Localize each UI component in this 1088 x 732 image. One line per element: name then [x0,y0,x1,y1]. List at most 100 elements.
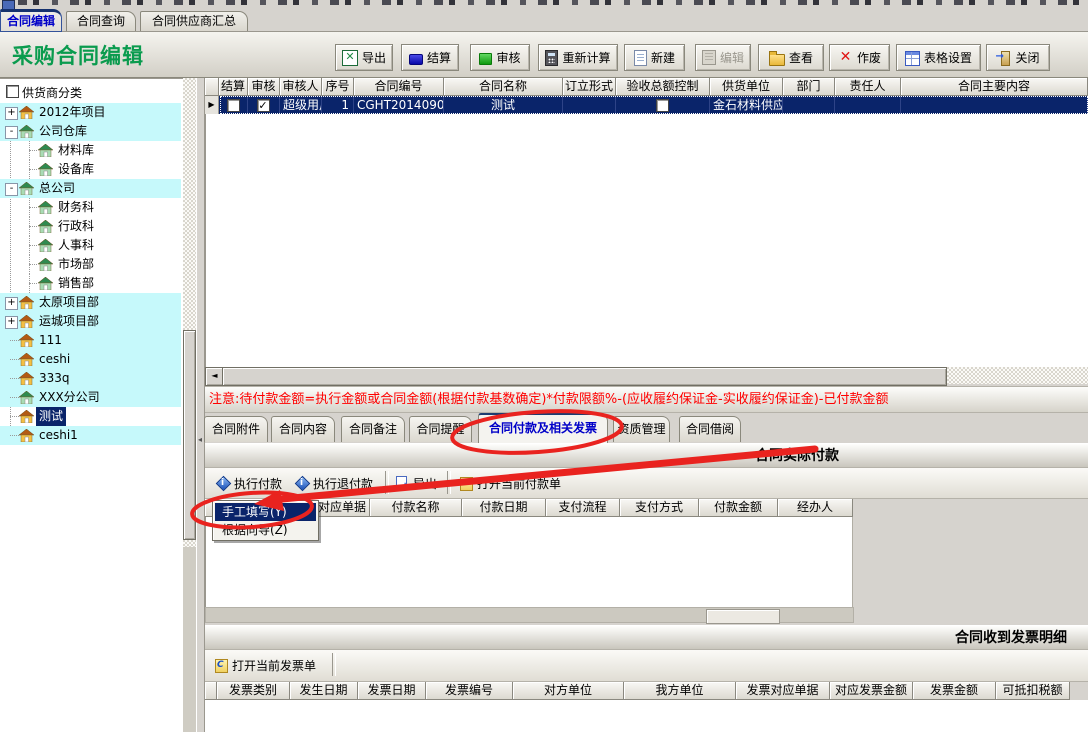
payment-col-付款金额[interactable]: 付款金额 [699,499,778,517]
invoice-col-对方单位[interactable]: 对方单位 [513,682,624,700]
contract-grid-selected-row[interactable]: ▶超级用户1CGHT2014090201测试金石材料供应公司 [205,96,1088,114]
tree-item-2[interactable]: 材料库 [0,141,181,160]
toolbar-button-table-settings[interactable]: 表格设置 [896,44,981,71]
payment-button-export-pages[interactable]: 导出 [392,471,440,495]
invoice-col-我方单位[interactable]: 我方单位 [624,682,736,700]
invoice-col-ind0[interactable] [205,682,217,700]
tree-scrollbar-thumb[interactable] [183,330,196,540]
menu-bar-cropped [0,0,1088,9]
toolbar-button-label: 结算 [427,49,451,66]
contract-col-审核[interactable]: 审核 [248,78,280,96]
top-tab-2[interactable]: 合同查询 [66,11,136,32]
tree-item-15[interactable]: XXX分公司 [0,388,181,407]
detail-tab-7[interactable]: 合同借阅 [679,416,741,442]
tree-item-10[interactable]: +太原项目部 [0,293,181,312]
invoice-col-可抵扣税额[interactable]: 可抵扣税额 [996,682,1070,700]
top-tab-1[interactable]: 合同编辑 [0,9,62,32]
row-checkbox[interactable] [656,99,669,112]
tree-item-9[interactable]: 销售部 [0,274,181,293]
contract-grid-hscrollbar[interactable]: ◄ [205,367,1088,384]
contract-col-验收总额控制[interactable]: 验收总额控制 [616,78,710,96]
context-menu-item-1[interactable]: 手工填写(Y) [215,503,316,521]
contract-col-责任人[interactable]: 责任人 [835,78,901,96]
toolbar-button-new-doc[interactable]: 新建 [624,44,685,71]
detail-tab-2[interactable]: 合同内容 [271,416,335,442]
detail-tab-4[interactable]: 合同提醒 [409,416,472,442]
tree-connector-stub [29,150,37,151]
tree-connector-stub [10,378,19,379]
tree-expand-icon[interactable]: + [5,316,18,329]
contract-col-序号[interactable]: 序号 [322,78,354,96]
detail-tab-6[interactable]: 资质管理 [613,416,670,442]
tree-expand-icon[interactable]: + [5,297,18,310]
tree-item-11[interactable]: + 运城项目部 [0,312,181,331]
contract-col-ind0[interactable] [205,78,219,96]
tree-item-14[interactable]: 333q [0,369,181,388]
toolbar-button-view-folder[interactable]: 查看 [758,44,824,71]
tree-item-3[interactable]: 设备库 [0,160,181,179]
house-yellow [19,106,34,122]
toolbar-button-excel-export[interactable]: 导出 [335,44,393,71]
row-checkbox[interactable] [257,99,270,112]
toolbar-button-settle[interactable]: 结算 [401,44,459,71]
panel-splitter[interactable]: ◂ [196,78,205,732]
tree-connector-stub [10,435,19,436]
payment-footer-box[interactable] [706,609,780,624]
toolbar-button-void[interactable]: 作废 [829,44,890,71]
tree-item-17[interactable]: ceshi1 [0,426,181,445]
contract-col-合同编号[interactable]: 合同编号 [354,78,444,96]
tree-item-1[interactable]: -公司仓库 [0,122,181,141]
tree-item-8[interactable]: 市场部 [0,255,181,274]
invoice-col-发票日期[interactable]: 发票日期 [358,682,426,700]
tree-item-label: 运城项目部 [36,312,102,331]
tree-expand-icon[interactable]: - [5,126,18,139]
row-checkbox[interactable] [227,99,240,112]
contract-col-合同名称[interactable]: 合同名称 [444,78,563,96]
toolbar-button-audit[interactable]: 审核 [470,44,530,71]
contract-col-结算[interactable]: 结算 [219,78,248,96]
contract-col-合同主要内容[interactable]: 合同主要内容 [901,78,1088,96]
contract-col-审核人[interactable]: 审核人 [280,78,322,96]
splitter-collapse-icon[interactable]: ◂ [198,435,202,444]
hscrollbar-thumb[interactable] [222,367,947,386]
payment-col-支付方式[interactable]: 支付方式 [620,499,699,517]
invoice-col-发生日期[interactable]: 发生日期 [290,682,358,700]
payment-col-支付流程[interactable]: 支付流程 [546,499,620,517]
invoice-col-发票对应单据[interactable]: 发票对应单据 [736,682,830,700]
payment-col-经办人[interactable]: 经办人 [778,499,853,517]
payment-button-execute-refund[interactable]: 执行退付款 [292,471,376,495]
tree-connector-stub [29,264,37,265]
tree-item-0[interactable]: +2012年项目 [0,103,181,122]
tree-item-12[interactable]: 111 [0,331,181,350]
tree-item-7[interactable]: 人事科 [0,236,181,255]
top-tab-3[interactable]: 合同供应商汇总 [140,11,248,32]
contract-grid-body[interactable] [205,114,1088,367]
toolbar-button-close-door[interactable]: 关闭 [986,44,1050,71]
payment-col-付款日期[interactable]: 付款日期 [462,499,546,517]
invoice-grid-body[interactable] [205,700,1088,732]
tree-item-13[interactable]: ceshi [0,350,181,369]
invoice-col-对应发票金额[interactable]: 对应发票金额 [830,682,913,700]
detail-tab-1[interactable]: 合同附件 [204,416,268,442]
toolbar-button-recalculate[interactable]: 重新计算 [538,44,618,71]
contract-col-订立形式[interactable]: 订立形式 [563,78,616,96]
tree-expand-icon[interactable]: - [5,183,18,196]
tree-item-5[interactable]: 财务科 [0,198,181,217]
tree-item-4[interactable]: -总公司 [0,179,181,198]
supplier-category-checkbox[interactable] [6,85,19,98]
invoice-col-发票类别[interactable]: 发票类别 [217,682,290,700]
invoice-col-发票金额[interactable]: 发票金额 [913,682,996,700]
invoice-col-发票编号[interactable]: 发票编号 [426,682,513,700]
contract-col-部门[interactable]: 部门 [783,78,835,96]
context-menu-item-2[interactable]: 根据向导(Z) [215,521,316,539]
tree-expand-icon[interactable]: + [5,107,18,120]
tree-item-6[interactable]: 行政科 [0,217,181,236]
payment-col-付款名称[interactable]: 付款名称 [370,499,462,517]
detail-tab-5[interactable]: 合同付款及相关发票 [478,413,608,443]
tree-item-16[interactable]: 测试 [0,407,181,426]
payment-button-execute-payment[interactable]: 执行付款 [213,471,285,495]
contract-col-供货单位[interactable]: 供货单位 [710,78,783,96]
detail-tab-3[interactable]: 合同备注 [341,416,405,442]
open-current-invoice-button[interactable]: 打开当前发票单 [211,653,319,677]
payment-button-open-payment-doc[interactable]: 打开当前付款单 [456,471,564,495]
